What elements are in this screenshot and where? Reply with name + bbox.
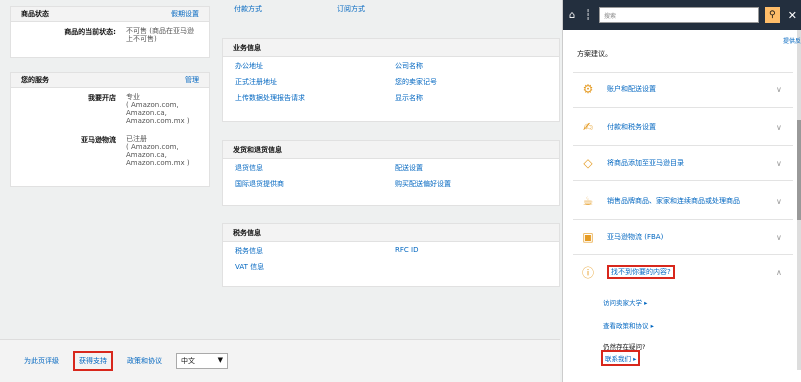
help-item-brand-products[interactable]: ☕ 销售品牌商品、家家和连续商品或处理商品 ∨: [563, 190, 801, 212]
listing-status-panel: 商品状态 假期设置 商品的当前状态: 不可售 (商品在亚马逊上不可售): [10, 6, 210, 58]
subscription-link[interactable]: 订阅方式: [337, 4, 365, 14]
listing-status-header: 商品状态 假期设置: [11, 7, 209, 22]
tax-info-link[interactable]: 税务信息: [235, 246, 395, 256]
help-item-label: 销售品牌商品、家家和连续商品或处理商品: [607, 197, 740, 205]
help-search-placeholder: 搜索: [603, 13, 616, 20]
return-info-link[interactable]: 退货信息: [235, 163, 395, 173]
hand-coin-icon: ✍: [582, 120, 594, 134]
office-address-link[interactable]: 办公地址: [235, 61, 395, 71]
services-panel: 您的服务 管理 我要开店 专业 ( Amazon.com, Amazon.ca,…: [10, 72, 210, 187]
collapse-icon[interactable]: ┆: [583, 10, 593, 21]
help-intro-text: 方案建议。: [577, 50, 612, 58]
gear-icon: ⚙: [582, 82, 594, 96]
search-icon: ⚲: [768, 10, 776, 20]
divider: [573, 145, 793, 146]
seller-university-link[interactable]: 访问卖家大学 ▸: [603, 297, 647, 307]
buy-shipping-prefs-link[interactable]: 购买配送偏好设置: [395, 179, 555, 189]
registered-address-link[interactable]: 正式注册地址: [235, 77, 395, 87]
services-title: 您的服务: [21, 76, 49, 84]
service-row: 亚马逊物流 已注册 ( Amazon.com, Amazon.ca, Amazo…: [11, 127, 209, 169]
business-info-links: 办公地址 公司名称 正式注册地址 您的卖家记号 上传数据处理报告请求 显示名称: [223, 57, 559, 109]
tag-icon: ◇: [583, 156, 593, 170]
box-icon: ▣: [582, 230, 594, 244]
chevron-up-icon: ∧: [776, 267, 782, 277]
help-item-label: 亚马逊物流 (FBA): [607, 233, 664, 241]
divider: [573, 72, 793, 73]
listing-status-row: 商品的当前状态: 不可售 (商品在亚马逊上不可售): [11, 22, 209, 45]
help-item-account-shipping[interactable]: ⚙ 账户和配送设置 ∨: [563, 78, 801, 100]
help-item-label: 账户和配送设置: [607, 85, 656, 93]
service-key: 亚马逊物流: [81, 136, 116, 144]
help-item-label: 找不到你要的内容?: [607, 265, 675, 279]
language-value: 中文: [181, 357, 195, 365]
question-icon: ⓘ: [581, 265, 594, 280]
shipping-info-title: 发货和退货信息: [223, 141, 559, 159]
help-panel: ⌂ ┆ 搜索 ⚲ ✕ 提供反 方案建议。 ⚙ 账户和配送设置 ∨ ✍ 付款和税务…: [562, 0, 801, 382]
vacation-settings-link[interactable]: 假期设置: [171, 9, 199, 19]
divider: [573, 254, 793, 255]
help-item-label: 将商品添加至亚马逊目录: [607, 159, 684, 167]
chevron-down-icon: ∨: [776, 84, 782, 94]
services-header: 您的服务 管理: [11, 73, 209, 88]
service-value: 已注册 ( Amazon.com, Amazon.ca, Amazon.com.…: [126, 135, 190, 167]
shipping-info-panel: 发货和退货信息 退货信息 配送设置 国际退货提供商 购买配送偏好设置: [222, 140, 560, 206]
search-button[interactable]: ⚲: [764, 7, 780, 23]
language-select[interactable]: 中文 ▼: [176, 353, 228, 369]
close-icon[interactable]: ✕: [788, 9, 797, 22]
help-toolbar: ⌂ ┆ 搜索 ⚲ ✕: [563, 0, 801, 30]
vat-info-link[interactable]: VAT 信息: [235, 262, 395, 272]
tax-info-links: 税务信息 RFC ID VAT 信息: [223, 242, 559, 278]
chevron-down-icon: ∨: [776, 158, 782, 168]
manage-services-link[interactable]: 管理: [185, 75, 199, 85]
shipping-info-links: 退货信息 配送设置 国际退货提供商 购买配送偏好设置: [223, 159, 559, 195]
service-key: 我要开店: [88, 94, 116, 102]
seller-token-link[interactable]: 您的卖家记号: [395, 77, 555, 87]
service-value: 专业 ( Amazon.com, Amazon.ca, Amazon.com.m…: [126, 93, 190, 125]
payment-method-link[interactable]: 付款方式: [234, 4, 262, 14]
display-name-link[interactable]: 显示名称: [395, 93, 555, 103]
company-name-link[interactable]: 公司名称: [395, 61, 555, 71]
upload-report-link[interactable]: 上传数据处理报告请求: [235, 93, 395, 103]
listing-status-value: 不可售 (商品在亚马逊上不可售): [126, 27, 194, 43]
page-footer: 为此页评级 获得支持 政策和协议 中文 ▼: [0, 339, 560, 382]
listing-status-title: 商品状态: [21, 10, 49, 18]
tax-info-panel: 税务信息 税务信息 RFC ID VAT 信息: [222, 223, 560, 287]
tax-info-title: 税务信息: [223, 224, 559, 242]
divider: [573, 180, 793, 181]
shipping-settings-link[interactable]: 配送设置: [395, 163, 555, 173]
home-icon[interactable]: ⌂: [567, 10, 577, 21]
help-item-label: 付款和税务设置: [607, 123, 656, 131]
teapot-icon: ☕: [582, 194, 594, 208]
chevron-down-icon: ∨: [776, 232, 782, 242]
business-info-title: 业务信息: [223, 39, 559, 57]
divider: [573, 219, 793, 220]
help-item-payment-tax[interactable]: ✍ 付款和税务设置 ∨: [563, 116, 801, 138]
contact-us-link[interactable]: 联系我们 ▸: [601, 350, 641, 366]
chevron-down-icon: ∨: [776, 196, 782, 206]
help-search-input[interactable]: 搜索: [598, 7, 759, 23]
rfc-id-link[interactable]: RFC ID: [395, 246, 555, 256]
feedback-link[interactable]: 提供反: [783, 36, 801, 45]
service-row: 我要开店 专业 ( Amazon.com, Amazon.ca, Amazon.…: [11, 88, 209, 127]
help-item-fba[interactable]: ▣ 亚马逊物流 (FBA) ∨: [563, 226, 801, 248]
chevron-down-icon: ∨: [776, 122, 782, 132]
intl-returns-link[interactable]: 国际退货提供商: [235, 179, 395, 189]
business-info-panel: 业务信息 办公地址 公司名称 正式注册地址 您的卖家记号 上传数据处理报告请求 …: [222, 38, 560, 122]
help-item-cant-find[interactable]: ⓘ 找不到你要的内容? ∧: [563, 261, 801, 283]
get-support-link[interactable]: 获得支持: [73, 351, 113, 371]
policies-help-link[interactable]: 查看政策和协议 ▸: [603, 320, 654, 330]
listing-status-key: 商品的当前状态:: [64, 28, 116, 36]
rate-page-link[interactable]: 为此页评级: [24, 356, 59, 366]
policies-link[interactable]: 政策和协议: [127, 356, 162, 366]
dropdown-arrow-icon: ▼: [217, 356, 223, 364]
top-links-row: 付款方式 订阅方式: [234, 4, 365, 14]
help-item-add-products[interactable]: ◇ 将商品添加至亚马逊目录 ∨: [563, 152, 801, 174]
divider: [573, 107, 793, 108]
